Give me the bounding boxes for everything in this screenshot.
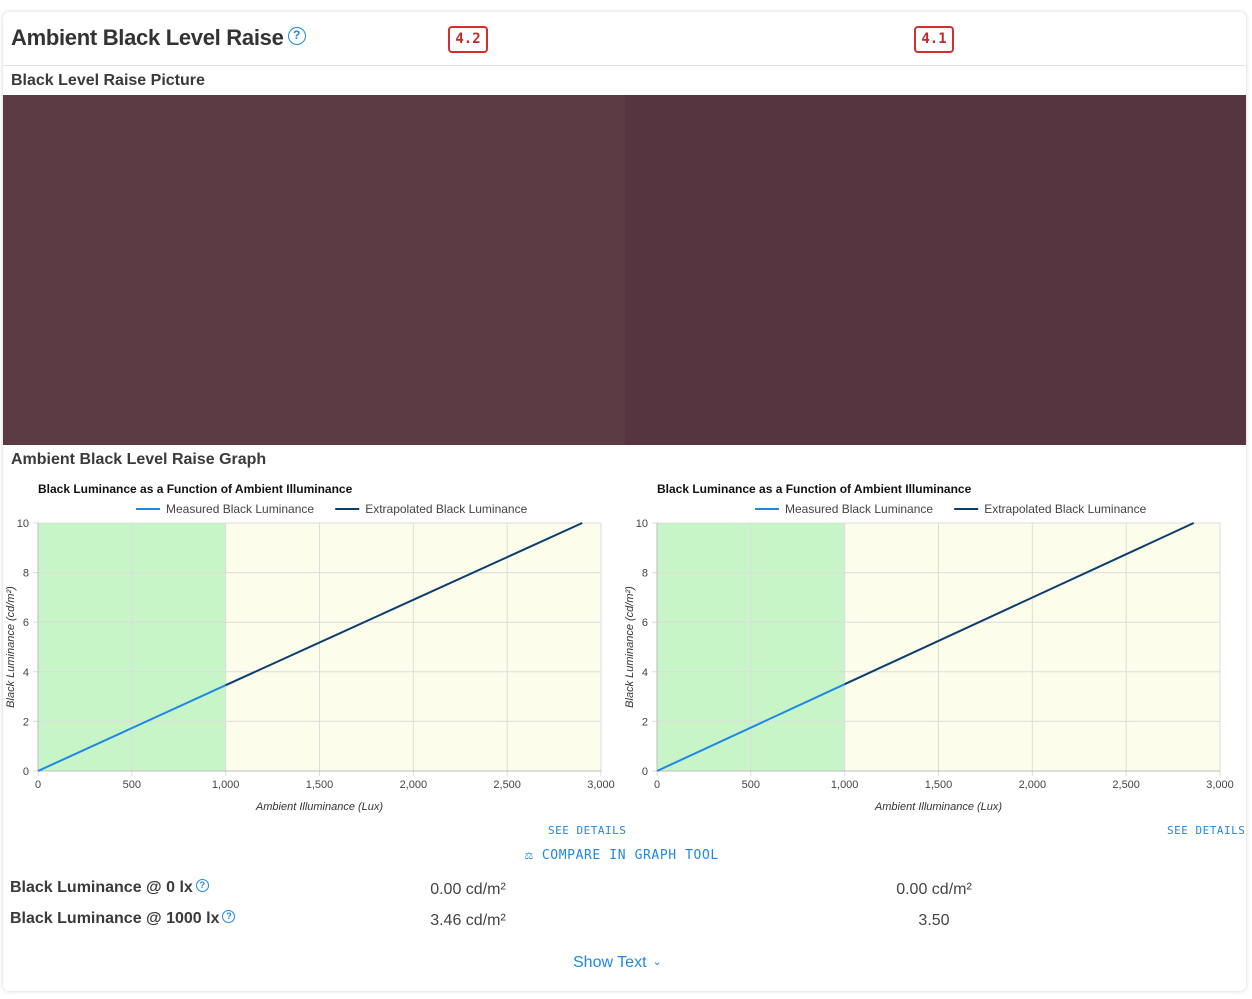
x-tick-label: 2,500 [1112,779,1140,791]
x-tick-label: 1,000 [212,779,240,791]
metric-label-1000lx: Black Luminance @ 1000 lx? [10,910,236,928]
card-header: Ambient Black Level Raise? 4.2 4.1 [3,12,1246,66]
compare-in-graph-tool-link[interactable]: ⚖ COMPARE IN GRAPH TOOL [525,848,719,863]
chart-right-svg: Black Luminance as a Function of Ambient… [624,482,1234,813]
scale-balance-icon: ⚖ [525,848,534,863]
x-tick-label: 2,000 [1019,779,1047,791]
metric-value-1000lx-left: 3.46 cd/m² [430,912,506,929]
help-circle-icon[interactable]: ? [195,879,209,893]
x-tick-label: 3,000 [1206,779,1234,791]
show-text-label: Show Text [573,954,647,971]
x-tick-label: 1,500 [925,779,953,791]
y-tick-label: 0 [23,766,29,778]
see-details-link-right[interactable]: SEE DETAILS [1167,824,1245,837]
black-level-picture-left [3,95,625,445]
chart-right: Black Luminance as a Function of Ambient… [622,482,1242,832]
picture-section-label: Black Level Raise Picture [11,72,205,89]
y-tick-label: 2 [642,716,648,728]
chart-title: Black Luminance as a Function of Ambient… [657,482,972,496]
chevron-down-icon: ⌄ [652,956,662,968]
score-badge-left: 4.2 [448,26,488,53]
metric-label-0lx: Black Luminance @ 0 lx? [10,879,209,897]
metric-value-0lx-left: 0.00 cd/m² [430,881,506,898]
compare-label: COMPARE IN GRAPH TOOL [541,848,719,863]
legend-label-1: Extrapolated Black Luminance [365,502,527,516]
graph-section-label: Ambient Black Level Raise Graph [11,451,267,468]
metric-value-1000lx-right: 3.50 [918,912,950,929]
ambient-black-level-card: Ambient Black Level Raise? 4.2 4.1 Black… [3,12,1246,991]
y-tick-label: 8 [642,568,648,580]
y-tick-label: 4 [642,667,648,679]
y-tick-label: 6 [23,617,29,629]
legend-label-0: Measured Black Luminance [785,502,933,516]
x-axis-label: Ambient Illuminance (Lux) [874,801,1003,813]
help-circle-icon[interactable]: ? [222,910,236,924]
chart-left-svg: Black Luminance as a Function of Ambient… [5,482,615,813]
chart-title: Black Luminance as a Function of Ambient… [38,482,353,496]
y-tick-label: 8 [23,568,29,580]
y-tick-label: 0 [642,766,648,778]
x-tick-label: 500 [742,779,760,791]
x-tick-label: 2,500 [493,779,521,791]
x-tick-label: 2,000 [400,779,428,791]
metric-label-1000lx-text: Black Luminance @ 1000 lx [10,910,220,927]
x-tick-label: 500 [123,779,141,791]
legend-label-1: Extrapolated Black Luminance [984,502,1146,516]
x-axis-label: Ambient Illuminance (Lux) [255,801,384,813]
x-tick-label: 0 [654,779,660,791]
metric-value-0lx-right: 0.00 cd/m² [896,881,972,898]
help-circle-icon[interactable]: ? [287,27,306,46]
x-tick-label: 1,000 [831,779,859,791]
show-text-button[interactable]: Show Text ⌄ [573,954,662,972]
legend-label-0: Measured Black Luminance [166,502,314,516]
x-tick-label: 1,500 [306,779,334,791]
chart-left: Black Luminance as a Function of Ambient… [3,482,623,832]
x-tick-label: 0 [35,779,41,791]
y-axis-label: Black Luminance (cd/m²) [624,586,636,708]
y-axis-label: Black Luminance (cd/m²) [5,586,17,708]
see-details-link-left[interactable]: SEE DETAILS [548,824,626,837]
black-level-picture [3,95,1246,445]
page-title: Ambient Black Level Raise? [11,25,306,51]
y-tick-label: 6 [642,617,648,629]
x-tick-label: 3,000 [587,779,615,791]
y-tick-label: 2 [23,716,29,728]
metric-label-0lx-text: Black Luminance @ 0 lx [10,879,193,896]
score-badge-right: 4.1 [914,26,954,53]
title-text: Ambient Black Level Raise [11,25,284,50]
y-tick-label: 4 [23,667,29,679]
y-tick-label: 10 [636,518,648,530]
black-level-picture-right [624,95,1246,445]
y-tick-label: 10 [17,518,29,530]
